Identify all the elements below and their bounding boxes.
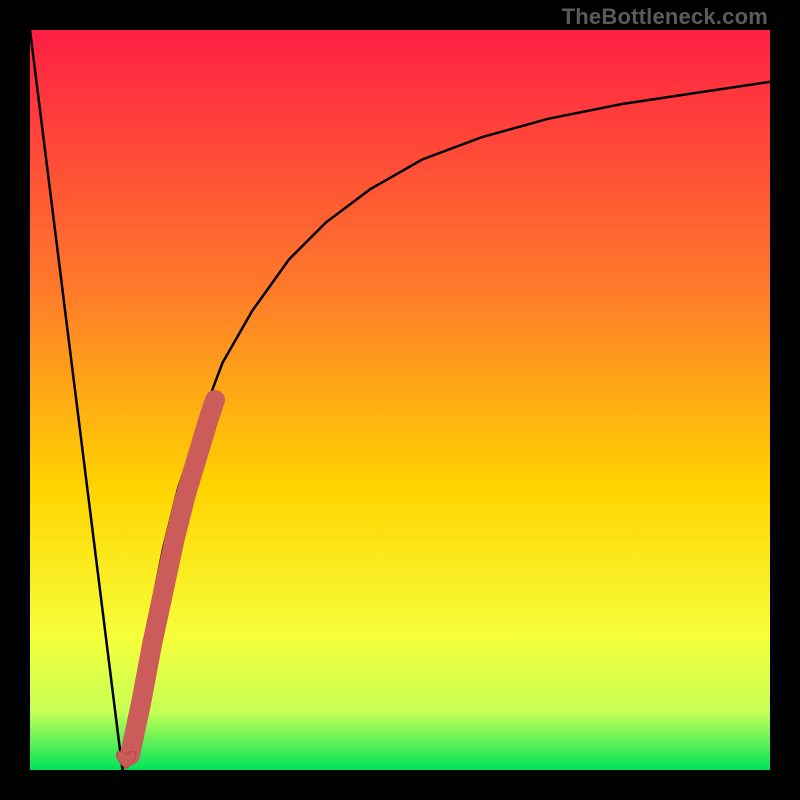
bottleneck-curve-chart [30, 30, 770, 770]
chart-frame: TheBottleneck.com [0, 0, 800, 800]
watermark-label: TheBottleneck.com [562, 4, 768, 30]
plot-area [30, 30, 770, 770]
